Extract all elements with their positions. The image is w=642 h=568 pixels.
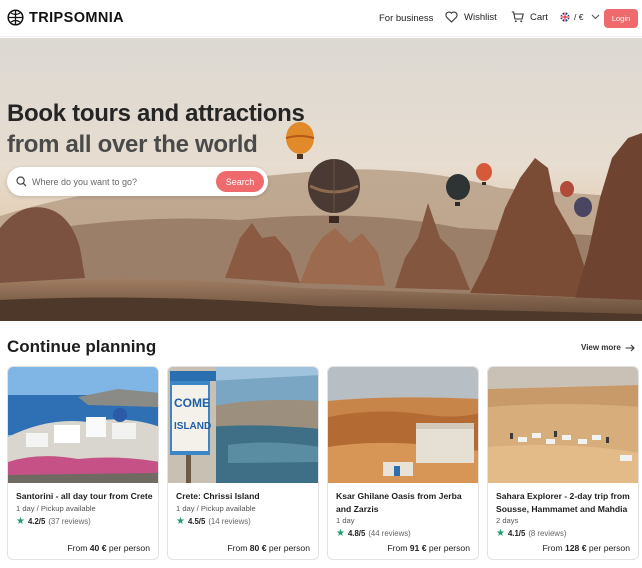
view-more-label: View more — [581, 343, 621, 352]
price-value: 91 € — [409, 543, 427, 553]
review-count: (8 reviews) — [528, 529, 567, 538]
top-navbar: TRIPSOMNIA For business Wishlist Cart / … — [0, 0, 642, 37]
logo-text: TRIPSOMNIA — [29, 9, 125, 26]
search-button[interactable]: Search — [216, 171, 264, 192]
view-more-link[interactable]: View more — [581, 343, 635, 352]
tour-card[interactable]: Santorini - all day tour from Crete 1 da… — [7, 366, 159, 560]
logo[interactable]: TRIPSOMNIA — [7, 9, 124, 26]
tour-title: Santorini - all day tour from Crete — [16, 491, 153, 501]
review-count: (37 reviews) — [48, 517, 91, 526]
price-suffix: per person — [268, 543, 310, 553]
tour-image-chrissi-island: COME ISLAND — [168, 367, 318, 483]
currency-label: / € — [574, 12, 584, 22]
price-prefix: From — [387, 543, 408, 553]
cart-label: Cart — [530, 11, 548, 23]
price-suffix: per person — [588, 543, 630, 553]
tour-price: From 80 € per person — [227, 543, 310, 553]
hero-heading: Book tours and attractions from all over… — [7, 98, 305, 160]
uk-flag-icon — [560, 12, 570, 22]
search-input[interactable] — [32, 176, 202, 187]
cart-icon — [511, 11, 524, 23]
price-prefix: From — [67, 543, 88, 553]
language-currency-selector[interactable]: / € — [560, 12, 600, 22]
tour-card[interactable]: COME ISLAND Crete: Chrissi Island 1 day … — [167, 366, 319, 560]
price-prefix: From — [227, 543, 248, 553]
tour-price: From 40 € per person — [67, 543, 150, 553]
tour-meta: 1 day / Pickup available — [16, 504, 96, 513]
tour-image-sahara-explorer — [488, 367, 638, 483]
tour-title: Ksar Ghilane Oasis from Jerba and Zarzis — [336, 491, 462, 514]
rating-score: 4.5/5 — [187, 517, 206, 526]
rating-score: 4.1/5 — [507, 529, 526, 538]
chevron-down-icon — [592, 14, 600, 20]
hero-heading-line-1: Book tours and attractions — [7, 100, 305, 127]
tour-price: From 128 € per person — [543, 543, 630, 553]
tour-card[interactable]: Sahara Explorer - 2-day trip from Sousse… — [487, 366, 639, 560]
login-button[interactable]: Login — [604, 9, 638, 28]
heart-icon — [445, 11, 458, 23]
wishlist-label: Wishlist — [464, 11, 497, 23]
tour-rating: ★ 4.1/5 (8 reviews) — [496, 528, 566, 539]
tour-card[interactable]: Ksar Ghilane Oasis from Jerba and Zarzis… — [327, 366, 479, 560]
price-suffix: per person — [108, 543, 150, 553]
hero-banner: Book tours and attractions from all over… — [0, 38, 642, 321]
wishlist-link[interactable]: Wishlist — [445, 11, 497, 23]
rating-score: 4.8/5 — [347, 529, 366, 538]
tour-title: Sahara Explorer - 2-day trip from Sousse… — [496, 491, 630, 514]
tour-image-santorini — [8, 367, 158, 483]
for-business-link[interactable]: For business — [379, 13, 433, 24]
price-prefix: From — [542, 543, 563, 553]
star-icon: ★ — [496, 528, 505, 539]
search-icon — [16, 176, 27, 187]
tour-meta: 1 day — [336, 516, 355, 525]
price-value: 40 € — [89, 543, 107, 553]
rating-score: 4.2/5 — [27, 517, 46, 526]
arrow-right-icon — [625, 344, 635, 351]
search-bar: Search — [7, 167, 268, 196]
star-icon: ★ — [16, 516, 25, 527]
sign-text-come: COME — [174, 396, 210, 410]
star-icon: ★ — [336, 528, 345, 539]
price-value: 80 € — [249, 543, 267, 553]
price-suffix: per person — [428, 543, 470, 553]
tour-rating: ★ 4.5/5 (14 reviews) — [176, 516, 251, 527]
tour-rating: ★ 4.2/5 (37 reviews) — [16, 516, 91, 527]
review-count: (14 reviews) — [208, 517, 251, 526]
star-icon: ★ — [176, 516, 185, 527]
tour-rating: ★ 4.8/5 (44 reviews) — [336, 528, 411, 539]
section-title: Continue planning — [7, 337, 157, 356]
tour-image-ksar-ghilane — [328, 367, 478, 483]
hero-heading-line-2: from all over the world — [7, 131, 258, 158]
review-count: (44 reviews) — [368, 529, 411, 538]
tour-price: From 91 € per person — [387, 543, 470, 553]
cart-link[interactable]: Cart — [511, 11, 548, 23]
tour-meta: 2 days — [496, 516, 519, 525]
price-value: 128 € — [565, 543, 587, 553]
globe-logo-icon — [7, 9, 24, 26]
sign-text-island: ISLAND — [174, 421, 211, 432]
tour-meta: 1 day / Pickup available — [176, 504, 256, 513]
tour-title: Crete: Chrissi Island — [176, 491, 260, 501]
